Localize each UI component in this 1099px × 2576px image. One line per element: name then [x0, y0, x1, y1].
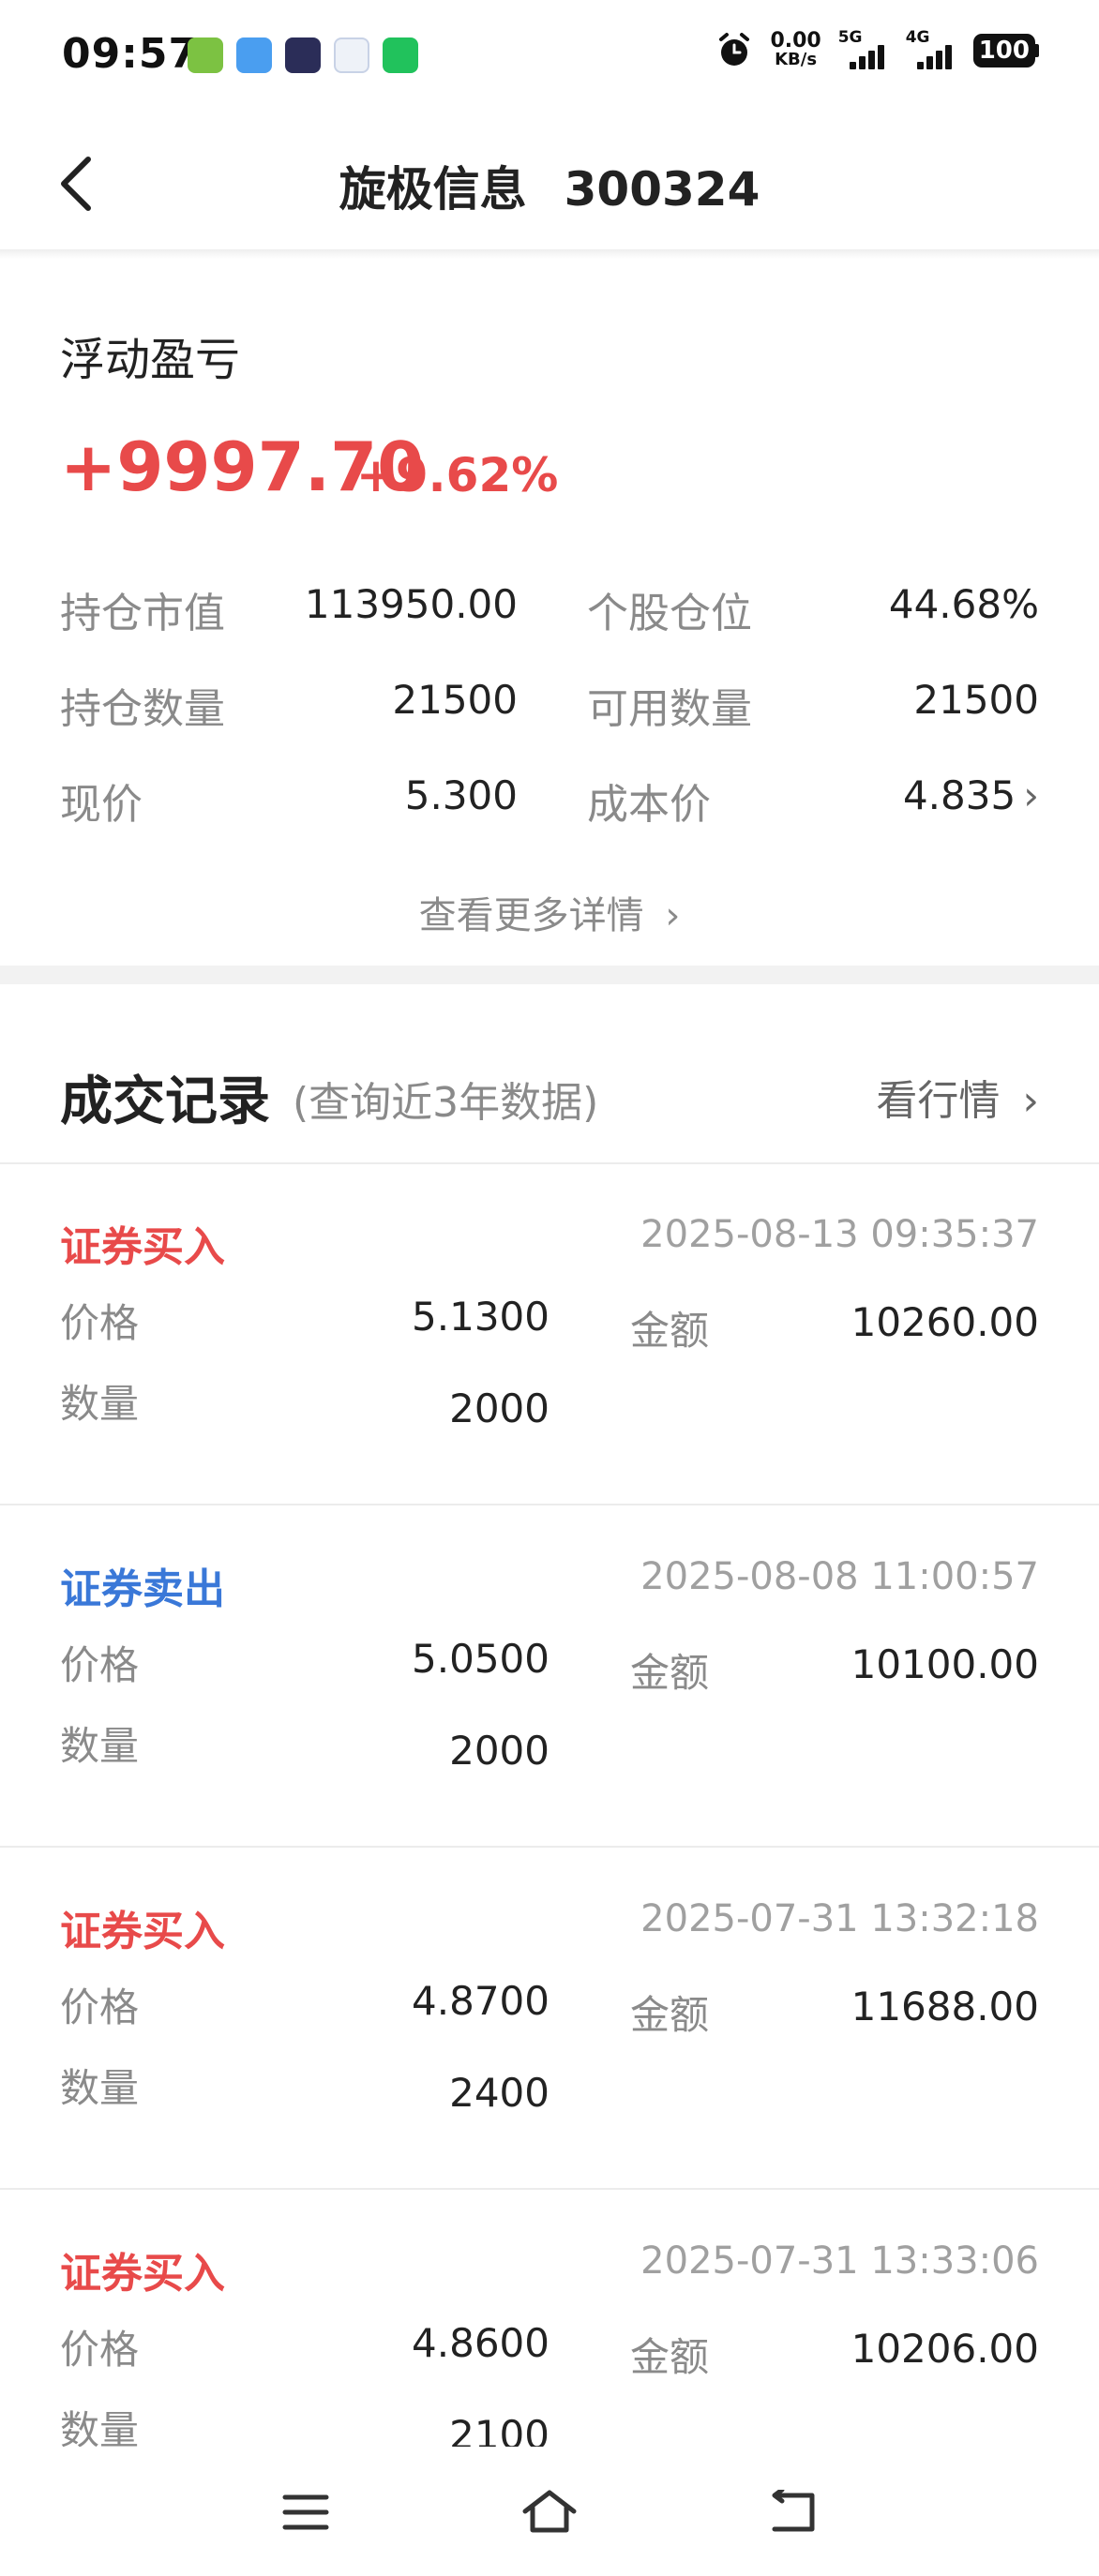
- view-quote-label: 看行情: [876, 1077, 1001, 1125]
- page: 09:57 0.00 KB/s 5G 4G 100 旋极信息 300324 浮动…: [0, 0, 1099, 2576]
- status-time: 09:57: [62, 30, 199, 78]
- more-details-label: 查看更多详情: [418, 894, 644, 937]
- price-label: 价格: [60, 1300, 140, 1346]
- system-nav-bar: [0, 2447, 1099, 2576]
- metric-row-3: 现价 5.300 成本价 4.835 ›: [60, 771, 1039, 829]
- current-price: 5.300: [404, 772, 518, 818]
- header-divider: [0, 249, 1099, 259]
- chevron-right-icon: ›: [1023, 772, 1039, 818]
- cost-price: 4.835: [902, 772, 1016, 818]
- signal-5g-icon: 5G: [838, 28, 889, 69]
- wechat-icon: [383, 37, 418, 73]
- trade-type: 证券买入: [60, 1223, 225, 1271]
- network-speed: 0.00 KB/s: [770, 29, 821, 69]
- quantity-label: 数量: [60, 2065, 140, 2111]
- chevron-right-icon: ›: [665, 894, 681, 937]
- trade-amount: 11688.00: [851, 1984, 1039, 2029]
- price-label: 价格: [60, 1642, 140, 1688]
- trade-amount: 10206.00: [851, 2326, 1039, 2372]
- available-qty: 21500: [913, 677, 1039, 723]
- stock-name: 旋极信息: [339, 162, 527, 217]
- signal-4g-icon: 4G: [906, 28, 956, 69]
- trade-record[interactable]: 证券卖出 2025-08-08 11:00:57 价格 5.0500 金额 10…: [0, 1505, 1099, 1846]
- banking-app-icon: [334, 37, 369, 73]
- status-bar: 09:57 0.00 KB/s 5G 4G 100: [0, 0, 1099, 112]
- trade-record[interactable]: 证券买入 2025-07-31 13:33:06 价格 4.8600 金额 10…: [0, 2189, 1099, 2447]
- home-button[interactable]: [521, 2484, 578, 2540]
- amount-label: 金额: [630, 2334, 710, 2380]
- trade-price: 4.8700: [412, 1978, 550, 2024]
- holding-qty-label: 持仓数量: [60, 685, 225, 733]
- sim1-generation: 5G: [837, 28, 863, 47]
- checklist-app-icon: [188, 37, 223, 73]
- metric-row-1: 持仓市值 113950.00 个股仓位 44.68%: [60, 579, 1039, 637]
- cost-price-link[interactable]: 4.835 ›: [903, 772, 1039, 818]
- current-price-label: 现价: [60, 781, 143, 829]
- page-title: 旋极信息 300324: [0, 152, 1099, 219]
- battery-icon: 100: [972, 34, 1039, 67]
- chevron-right-icon: ›: [1022, 1077, 1039, 1125]
- holding-qty: 21500: [392, 677, 518, 723]
- back-icon: [772, 2490, 815, 2532]
- trade-type: 证券买入: [60, 2250, 225, 2298]
- network-speed-unit: KB/s: [775, 50, 818, 69]
- stock-code: 300324: [564, 162, 760, 217]
- menu-button[interactable]: [278, 2484, 334, 2540]
- quantity-label: 数量: [60, 2407, 140, 2447]
- floating-pnl-percent: +9.62%: [356, 448, 559, 502]
- network-speed-value: 0.00: [770, 29, 821, 52]
- quantity-label: 数量: [60, 1381, 140, 1427]
- price-label: 价格: [60, 1984, 140, 2030]
- available-qty-label: 可用数量: [587, 685, 752, 733]
- market-value-label: 持仓市值: [60, 590, 225, 637]
- menu-icon: [282, 2494, 329, 2530]
- trade-amount: 10260.00: [851, 1299, 1039, 1345]
- notification-icons: [188, 37, 418, 73]
- trade-records-note: (查询近3年数据): [293, 1079, 599, 1127]
- sim2-generation: 4G: [905, 28, 930, 47]
- trade-type: 证券卖出: [60, 1565, 225, 1613]
- amount-label: 金额: [630, 1992, 710, 2038]
- trade-record[interactable]: 证券买入 2025-08-13 09:35:37 价格 5.1300 金额 10…: [0, 1162, 1099, 1504]
- header: 旋极信息 300324: [0, 112, 1099, 253]
- trade-record[interactable]: 证券买入 2025-07-31 13:32:18 价格 4.8700 金额 11…: [0, 1847, 1099, 2188]
- trade-time: 2025-07-31 13:32:18: [640, 1897, 1039, 1940]
- alarm-icon: [719, 33, 750, 66]
- more-details-link[interactable]: 查看更多详情 ›: [0, 885, 1099, 939]
- trade-quantity: 2000: [449, 1728, 550, 1774]
- note-app-icon: [236, 37, 272, 73]
- status-indicators: 0.00 KB/s 5G 4G 100: [715, 28, 1039, 69]
- trade-time: 2025-08-13 09:35:37: [640, 1213, 1039, 1256]
- return-button[interactable]: [765, 2484, 821, 2540]
- battery-level: 100: [972, 34, 1035, 67]
- quantity-label: 数量: [60, 1723, 140, 1769]
- position-ratio: 44.68%: [888, 581, 1039, 627]
- cost-price-label[interactable]: 成本价: [587, 771, 711, 831]
- floating-pnl-label: 浮动盈亏: [60, 334, 241, 386]
- amount-label: 金额: [630, 1650, 710, 1696]
- trade-price: 5.0500: [412, 1636, 550, 1682]
- trade-type: 证券买入: [60, 1908, 225, 1955]
- trade-price: 4.8600: [412, 2320, 550, 2366]
- metric-row-2: 持仓数量 21500 可用数量 21500: [60, 675, 1039, 733]
- amount-label: 金额: [630, 1308, 710, 1354]
- trade-price: 5.1300: [412, 1294, 550, 1340]
- trade-records-title: 成交记录: [60, 1071, 270, 1132]
- section-gap: [0, 966, 1099, 984]
- trade-quantity: 2100: [449, 2412, 550, 2447]
- trade-amount: 10100.00: [851, 1641, 1039, 1687]
- view-quote-link[interactable]: 看行情 ›: [876, 1067, 1039, 1127]
- trade-quantity: 2400: [449, 2070, 550, 2116]
- market-value: 113950.00: [304, 581, 518, 627]
- trade-time: 2025-07-31 13:33:06: [640, 2239, 1039, 2283]
- position-ratio-label: 个股仓位: [587, 590, 752, 637]
- home-icon: [522, 2490, 577, 2533]
- price-label: 价格: [60, 2327, 140, 2373]
- trade-time: 2025-08-08 11:00:57: [640, 1555, 1039, 1598]
- video-app-icon: [285, 37, 321, 73]
- trade-quantity: 2000: [449, 1385, 550, 1431]
